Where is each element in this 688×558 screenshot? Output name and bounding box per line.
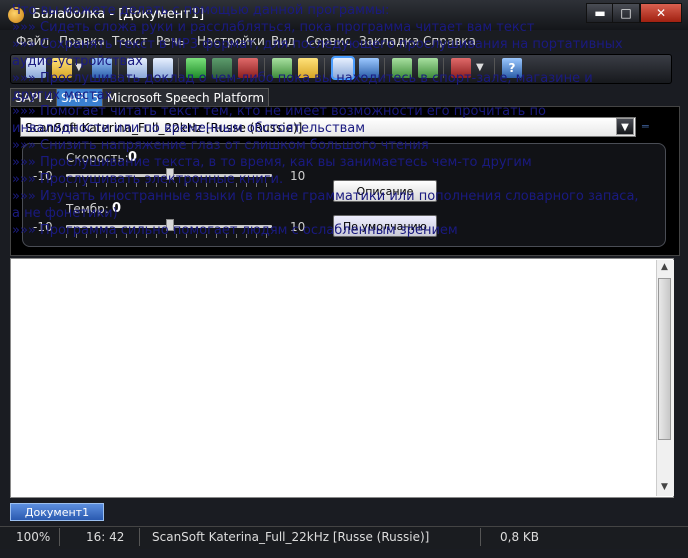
text-line: »»» Сохранять текст в MP3 формат, для по… [12,36,623,69]
text-line: »»» Сидеть сложа руки и расслабляться, п… [12,19,535,35]
text-line: »»» Прослушивать доклад о чем-либо пока … [12,70,593,103]
status-zoom: 100% [10,528,60,546]
text-content[interactable]: Что вы можете делать с помощью данной пр… [12,3,640,240]
voice-settings-icon[interactable]: ═ [642,120,649,133]
text-line: »»» Прослушивать электронные книги. [12,172,284,188]
text-line: »»» Изучать иностранные языки (в плане г… [12,188,639,221]
scrollbar-thumb[interactable] [658,278,671,440]
status-voice: ScanSoft Katerina_Full_22kHz [Russe (Rus… [146,528,481,546]
text-heading-line: Что вы можете делать с помощью данной пр… [12,3,390,18]
document-tab[interactable]: Документ1 [10,503,104,521]
close-button[interactable]: ✕ [640,3,682,23]
scroll-down-icon[interactable]: ▼ [656,482,673,496]
text-editor[interactable] [10,258,674,498]
status-position: 16: 42 [80,528,140,546]
scroll-up-icon[interactable]: ▲ [656,262,673,276]
text-line: »»» Помогает читать текст тем, кто не им… [12,104,546,137]
text-line: »»» Программа сильно помогает людям с ос… [12,222,458,238]
status-size: 0,8 KB [500,530,539,544]
text-line: »»» Снизить напряжение глаз от слишком б… [12,138,429,154]
text-line: »»» Прослушивание текста, в то время, ка… [12,155,532,171]
